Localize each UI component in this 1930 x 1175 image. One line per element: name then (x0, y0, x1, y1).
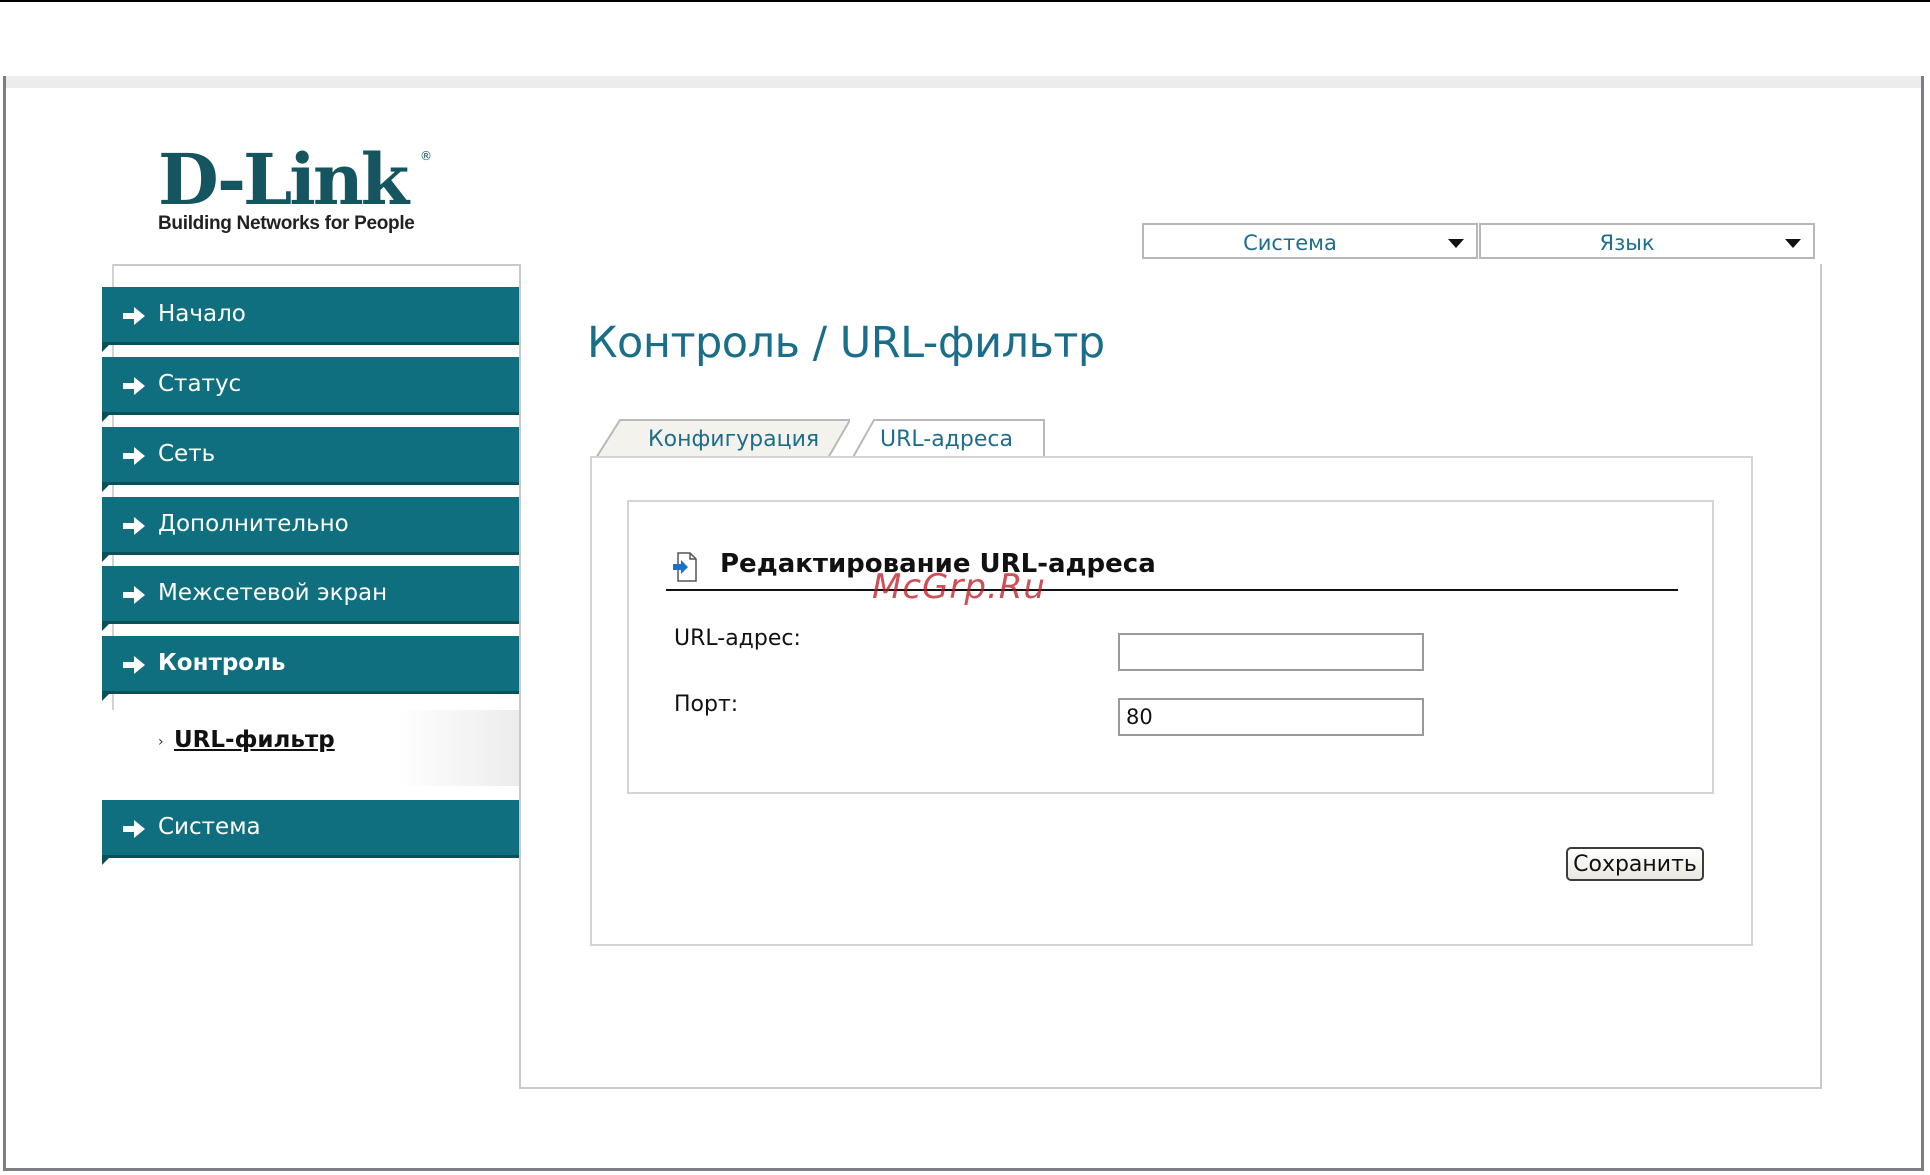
sidebar-item-label: Контроль (158, 650, 286, 676)
logo-tagline: Building Networks for People (158, 213, 415, 234)
arrow-right-icon (123, 586, 145, 604)
arrow-right-icon (123, 820, 145, 838)
sidebar-item-network[interactable]: Сеть (102, 427, 519, 492)
sidebar-item-advanced[interactable]: Дополнительно (102, 497, 519, 562)
chevron-down-icon (1785, 239, 1801, 248)
system-menu-dropdown[interactable]: Система (1142, 223, 1478, 259)
sidebar-item-status[interactable]: Статус (102, 357, 519, 422)
sidebar-item-label: Начало (158, 301, 246, 327)
url-address-input[interactable] (1118, 633, 1424, 671)
sidebar-item-system[interactable]: Система (102, 800, 519, 865)
sidebar-item-label: Статус (158, 371, 242, 397)
sidebar-subitem-url-filter[interactable]: URL-фильтр (174, 727, 335, 753)
section-divider (666, 589, 1678, 591)
system-menu-label: Система (1243, 231, 1337, 255)
page-title: Контроль / URL-фильтр (587, 318, 1105, 368)
sidebar-item-label: Сеть (158, 441, 216, 467)
sidebar-item-label: Дополнительно (158, 511, 349, 537)
sidebar-item-firewall[interactable]: Межсетевой экран (102, 566, 519, 631)
save-button[interactable]: Сохранить (1566, 847, 1704, 881)
language-menu-label: Язык (1599, 231, 1655, 255)
sidebar-item-label: Межсетевой экран (158, 580, 388, 606)
logo-registered-mark: ® (420, 149, 432, 163)
sidebar-item-control[interactable]: Контроль (102, 636, 519, 701)
bullet-icon: › (158, 734, 164, 750)
tab-label: URL-адреса (880, 427, 1013, 452)
watermark-text: McGrp.Ru (872, 567, 1046, 607)
dlink-logo: D-Link ® Building Networks for People (158, 138, 432, 235)
arrow-right-icon (123, 377, 145, 395)
top-rule (0, 0, 1930, 2)
frame-top-bar (6, 76, 1921, 88)
language-menu-dropdown[interactable]: Язык (1479, 223, 1815, 259)
sidebar-item-home[interactable]: Начало (102, 287, 519, 352)
tab-label: Конфигурация (648, 427, 820, 452)
chevron-down-icon (1448, 239, 1464, 248)
logo-wordmark: D-Link (158, 138, 409, 221)
arrow-right-icon (123, 307, 145, 325)
tab-configuration[interactable]: Конфигурация (596, 418, 850, 458)
sidebar-subnav: › URL-фильтр (112, 710, 519, 786)
port-label: Порт: (674, 692, 739, 717)
arrow-right-icon (123, 656, 145, 674)
url-address-label: URL-адрес: (674, 626, 801, 651)
arrow-right-icon (123, 447, 145, 465)
arrow-right-icon (123, 517, 145, 535)
tab-url-addresses[interactable]: URL-адреса (852, 418, 1046, 460)
sidebar-item-label: Система (158, 814, 261, 840)
port-input[interactable] (1118, 698, 1424, 736)
document-arrow-icon (673, 552, 697, 582)
